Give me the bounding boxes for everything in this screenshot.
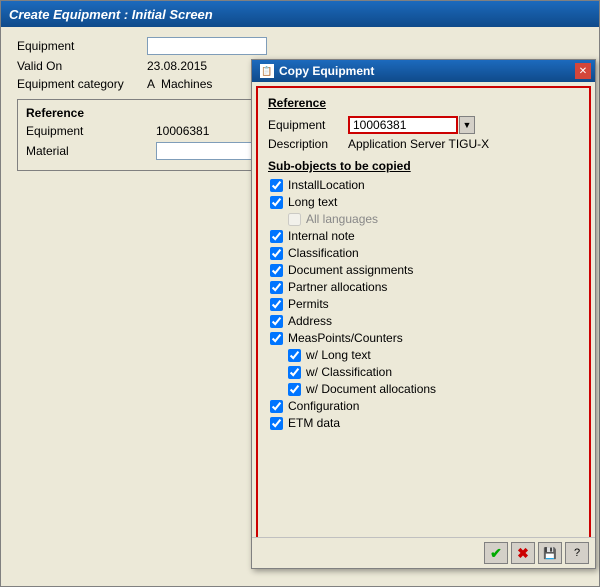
valid-on-value: 23.08.2015 <box>147 59 207 73</box>
main-window: Create Equipment : Initial Screen Equipm… <box>0 0 600 587</box>
dialog-subobjects-section: Sub-objects to be copied InstallLocation… <box>268 159 579 430</box>
dialog-description-label: Description <box>268 137 348 151</box>
dialog-equipment-row: Equipment ▼ <box>268 116 579 134</box>
checkbox-label-wClassification: w/ Classification <box>306 365 392 379</box>
checkbox-label-allLanguages: All languages <box>306 212 378 226</box>
checkbox-installLocation[interactable] <box>270 179 283 192</box>
checkbox-classification[interactable] <box>270 247 283 260</box>
checkbox-wClassification[interactable] <box>288 366 301 379</box>
dialog-title-bar: 📋 Copy Equipment ✕ <box>252 60 595 82</box>
checkbox-label-longText: Long text <box>288 195 337 209</box>
dialog-help-button[interactable]: ? <box>565 542 589 564</box>
checkbox-internalNote[interactable] <box>270 230 283 243</box>
dialog-description-value: Application Server TIGU-X <box>348 137 489 151</box>
checkbox-label-address: Address <box>288 314 332 328</box>
checkbox-row-wDocumentAllocations: w/ Document allocations <box>268 382 579 396</box>
main-title-bar: Create Equipment : Initial Screen <box>1 1 599 27</box>
checkbox-address[interactable] <box>270 315 283 328</box>
dialog-title-icon: 📋 <box>260 64 274 78</box>
dialog-cancel-button[interactable]: ✖ <box>511 542 535 564</box>
dialog-subobjects-title: Sub-objects to be copied <box>268 159 579 173</box>
equipment-category-code: A <box>147 77 155 91</box>
equipment-category-label: Equipment category <box>17 77 147 91</box>
checkbox-label-internalNote: Internal note <box>288 229 355 243</box>
checkbox-permits[interactable] <box>270 298 283 311</box>
checkbox-allLanguages <box>288 213 301 226</box>
checkbox-wDocumentAllocations[interactable] <box>288 383 301 396</box>
ref-material-input[interactable] <box>156 142 256 160</box>
dialog-title: Copy Equipment <box>279 64 374 78</box>
checkbox-row-permits: Permits <box>268 297 579 311</box>
dialog-equipment-label: Equipment <box>268 118 348 132</box>
checkbox-label-classification: Classification <box>288 246 359 260</box>
ref-equipment-label: Equipment <box>26 124 156 138</box>
checkbox-label-configuration: Configuration <box>288 399 359 413</box>
checkboxes-container: InstallLocation Long text All languages Int… <box>268 178 579 430</box>
dialog-equipment-input[interactable] <box>348 116 458 134</box>
checkbox-label-wLongText: w/ Long text <box>306 348 371 362</box>
equipment-category-name: Machines <box>161 77 212 91</box>
checkbox-row-internalNote: Internal note <box>268 229 579 243</box>
checkbox-row-etmData: ETM data <box>268 416 579 430</box>
checkbox-label-installLocation: InstallLocation <box>288 178 365 192</box>
checkbox-measPointsCounters[interactable] <box>270 332 283 345</box>
checkbox-label-permits: Permits <box>288 297 329 311</box>
checkbox-row-configuration: Configuration <box>268 399 579 413</box>
checkbox-row-allLanguages: All languages <box>268 212 579 226</box>
checkbox-etmData[interactable] <box>270 417 283 430</box>
checkbox-label-measPointsCounters: MeasPoints/Counters <box>288 331 403 345</box>
checkbox-label-etmData: ETM data <box>288 416 340 430</box>
dialog-equipment-browse-button[interactable]: ▼ <box>459 116 475 134</box>
checkbox-wLongText[interactable] <box>288 349 301 362</box>
dialog-footer: ✔ ✖ 💾 ? <box>252 537 595 568</box>
dialog-save-button[interactable]: 💾 <box>538 542 562 564</box>
equipment-row: Equipment <box>17 37 583 55</box>
main-title: Create Equipment : Initial Screen <box>9 7 213 22</box>
checkbox-documentAssignments[interactable] <box>270 264 283 277</box>
checkbox-longText[interactable] <box>270 196 283 209</box>
dialog-body: Reference Equipment ▼ Description Applic… <box>256 86 591 564</box>
checkbox-row-address: Address <box>268 314 579 328</box>
dialog-reference-title: Reference <box>268 96 579 110</box>
checkbox-row-installLocation: InstallLocation <box>268 178 579 192</box>
checkbox-partnerAllocations[interactable] <box>270 281 283 294</box>
checkbox-row-classification: Classification <box>268 246 579 260</box>
equipment-input[interactable] <box>147 37 267 55</box>
checkbox-label-partnerAllocations: Partner allocations <box>288 280 387 294</box>
copy-equipment-dialog: 📋 Copy Equipment ✕ Reference Equipment ▼… <box>251 59 596 569</box>
equipment-label: Equipment <box>17 39 147 53</box>
ref-material-label: Material <box>26 144 156 158</box>
checkbox-row-wLongText: w/ Long text <box>268 348 579 362</box>
checkbox-row-measPointsCounters: MeasPoints/Counters <box>268 331 579 345</box>
dialog-close-button[interactable]: ✕ <box>575 63 591 79</box>
checkbox-row-documentAssignments: Document assignments <box>268 263 579 277</box>
dialog-reference-group: Reference Equipment ▼ Description Applic… <box>268 96 579 151</box>
valid-on-label: Valid On <box>17 59 147 73</box>
checkbox-row-longText: Long text <box>268 195 579 209</box>
dialog-confirm-button[interactable]: ✔ <box>484 542 508 564</box>
checkbox-row-wClassification: w/ Classification <box>268 365 579 379</box>
checkbox-label-wDocumentAllocations: w/ Document allocations <box>306 382 436 396</box>
checkbox-configuration[interactable] <box>270 400 283 413</box>
dialog-description-row: Description Application Server TIGU-X <box>268 137 579 151</box>
checkbox-label-documentAssignments: Document assignments <box>288 263 413 277</box>
checkbox-row-partnerAllocations: Partner allocations <box>268 280 579 294</box>
ref-equipment-value: 10006381 <box>156 124 209 138</box>
